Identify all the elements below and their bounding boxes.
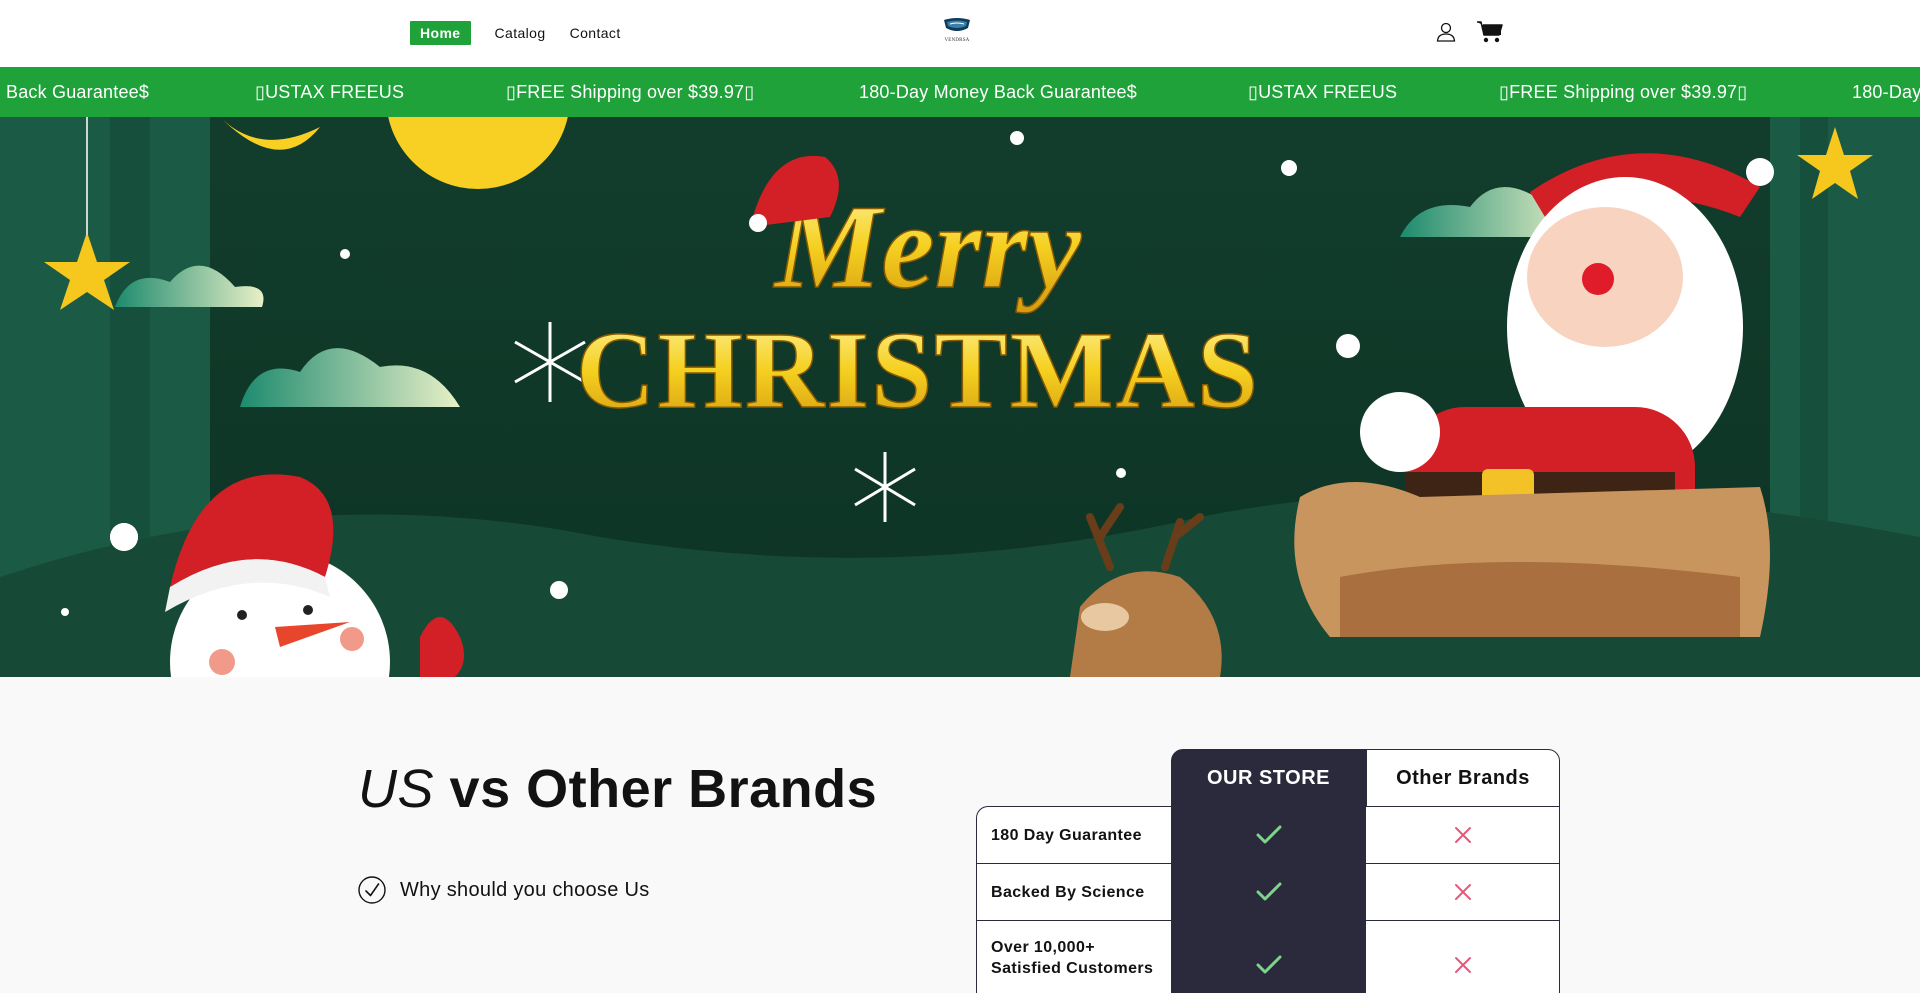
checkmark-icon — [1256, 825, 1281, 844]
comparison-title-rest: vs Other Brands — [449, 759, 878, 819]
account-icon[interactable] — [1434, 20, 1458, 44]
announcement-item: ▯USTAX FREEUS — [255, 82, 405, 102]
comparison-table-header: OUR STORE Other Brands — [1171, 749, 1560, 807]
other-brands-cell — [1366, 920, 1560, 993]
row-label: 180 Day Guarantee — [976, 806, 1171, 864]
cross-icon — [1454, 957, 1471, 973]
logo-mark-icon — [944, 18, 970, 31]
cross-icon — [1454, 884, 1471, 900]
logo-wordmark: VENDRSA — [944, 38, 970, 43]
why-choose-us: Why should you choose Us — [358, 876, 650, 904]
nav-contact-link[interactable]: Contact — [570, 25, 621, 41]
gift-icon: ▯ — [255, 82, 266, 102]
row-label: Backed By Science — [976, 863, 1171, 921]
truck-icon: ▯ — [1737, 82, 1748, 102]
announcement-item: 180-Day Money Back Guarantee$ — [859, 82, 1137, 102]
checkmark-icon — [1256, 955, 1281, 974]
check-circle-icon — [358, 876, 386, 904]
cart-icon[interactable] — [1476, 18, 1504, 46]
row-label: Over 10,000+ Satisfied Customers — [976, 920, 1171, 993]
nav-catalog-link[interactable]: Catalog — [495, 25, 546, 41]
store-logo[interactable]: VENDRSA — [940, 16, 974, 48]
column-header-other-brands: Other Brands — [1366, 749, 1560, 807]
hero-banner[interactable]: Merry CHRISTMAS — [0, 117, 1920, 677]
announcement-item: ▯FREE Shipping over $39.97▯ — [1499, 82, 1748, 102]
column-header-our-store: OUR STORE — [1171, 749, 1366, 807]
comparison-title-us: US — [358, 759, 435, 819]
comparison-title: US vs Other Brands — [358, 758, 877, 820]
announcement-item: ▯FREE Shipping over $39.97▯ — [506, 82, 755, 102]
announcement-bar: Back Guarantee$ ▯USTAX FREEUS ▯FREE Ship… — [0, 67, 1920, 117]
our-store-cell — [1171, 806, 1366, 864]
main-nav: Home Catalog Contact — [410, 21, 621, 45]
why-choose-us-text: Why should you choose Us — [400, 878, 650, 901]
table-row: Backed By Science — [976, 863, 1560, 921]
announcement-item: 180-Day — [1852, 82, 1920, 102]
announcement-item: ▯USTAX FREEUS — [1248, 82, 1398, 102]
nav-home-link[interactable]: Home — [410, 21, 471, 45]
our-store-cell — [1171, 920, 1366, 993]
table-row: Over 10,000+ Satisfied Customers — [976, 920, 1560, 993]
gift-icon: ▯ — [1248, 82, 1259, 102]
hero-heading-christmas: CHRISTMAS — [576, 309, 1260, 431]
cross-icon — [1454, 827, 1471, 843]
truck-icon: ▯ — [1499, 82, 1510, 102]
our-store-cell — [1171, 863, 1366, 921]
checkmark-icon — [1256, 882, 1281, 901]
site-header: Home Catalog Contact VENDRSA — [0, 0, 1920, 67]
announcement-item: Back Guarantee$ — [6, 82, 150, 102]
truck-icon: ▯ — [744, 82, 755, 102]
christmas-banner-image: Merry CHRISTMAS — [0, 117, 1920, 677]
other-brands-cell — [1366, 806, 1560, 864]
other-brands-cell — [1366, 863, 1560, 921]
table-row: 180 Day Guarantee — [976, 806, 1560, 864]
truck-icon: ▯ — [506, 82, 517, 102]
